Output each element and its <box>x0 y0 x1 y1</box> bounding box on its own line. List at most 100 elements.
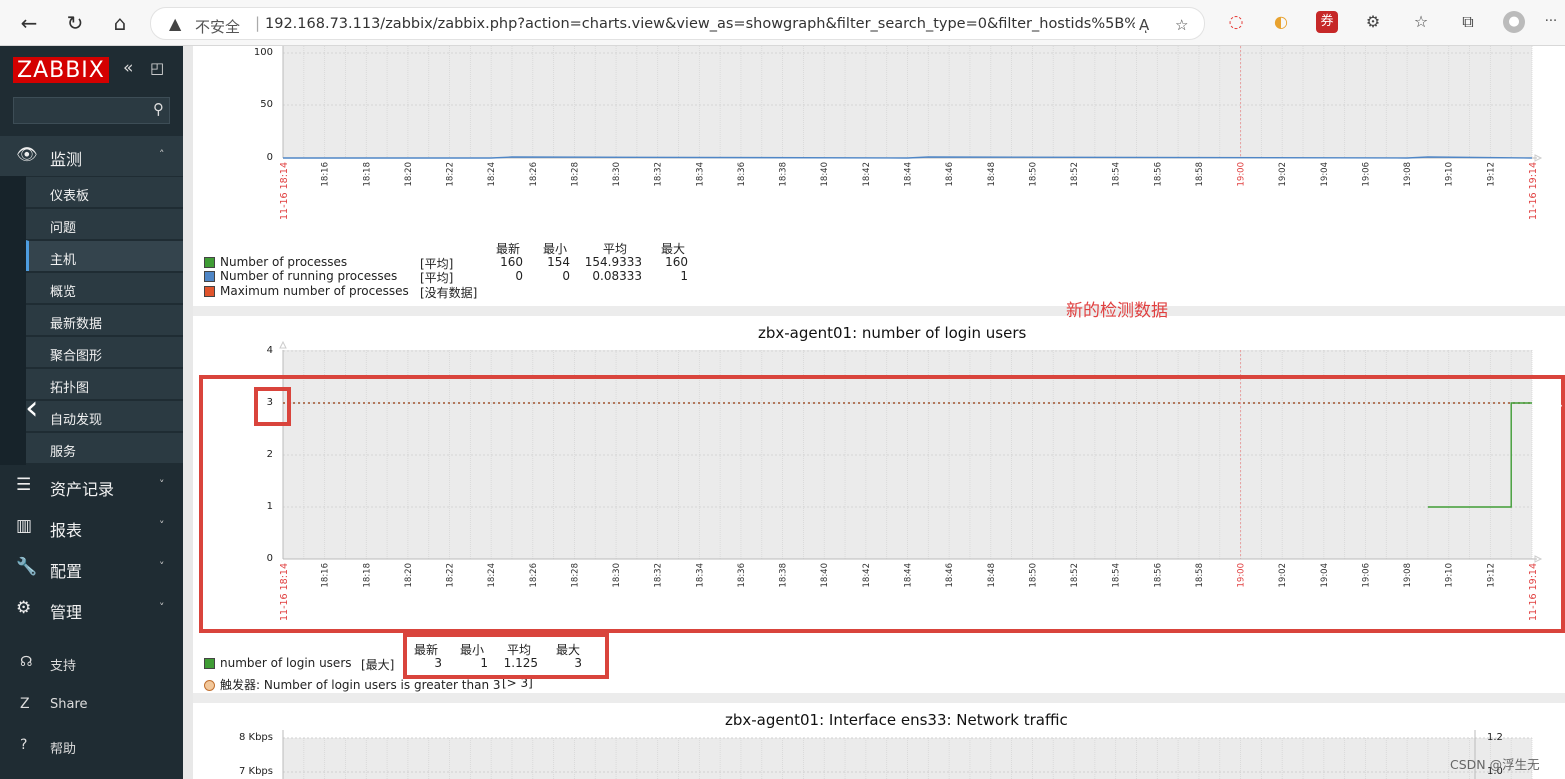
legend-swatch <box>204 286 215 297</box>
sidebar-item-screens[interactable]: 聚合图形 <box>26 336 183 367</box>
wrench-icon: 🔧 <box>16 557 38 577</box>
menu-share[interactable]: Z Share <box>0 685 183 725</box>
y-tick-label: 50 <box>260 99 273 110</box>
home-icon[interactable]: ⌂ <box>105 8 135 38</box>
help-icon: ? <box>20 737 28 753</box>
back-icon[interactable]: ← <box>14 8 44 38</box>
x-tick-label: 18:44 <box>904 162 914 187</box>
axis-arrow <box>279 340 287 349</box>
gear-icon: ⚙ <box>16 598 32 618</box>
divider: | <box>255 14 261 32</box>
y-tick-label: 0 <box>266 152 273 163</box>
zabbix-logo[interactable]: ZABBIX <box>13 57 109 83</box>
menu-label: 报表 <box>50 521 83 540</box>
sidebar-item-hosts[interactable]: 主机 <box>26 240 183 271</box>
chevron-down-icon: ˅ <box>159 478 165 491</box>
panel-divider <box>193 693 1565 703</box>
security-label: 不安全 <box>195 18 241 36</box>
legend-last: 160 <box>500 255 523 269</box>
chevron-up-icon: ˄ <box>159 148 165 161</box>
extension-icon[interactable]: 券 <box>1316 11 1338 33</box>
menu-label: 管理 <box>50 603 83 622</box>
legend-min: 0 <box>562 269 570 283</box>
sidebar-item-overview[interactable]: 概览 <box>26 272 183 303</box>
legend-row: Maximum number of processes <box>204 284 409 298</box>
y-tick-label: 8 Kbps <box>238 732 273 743</box>
menu-label: 资产记录 <box>50 480 115 499</box>
menu-label: 监测 <box>50 150 83 169</box>
trigger-icon <box>204 680 215 691</box>
sidebar-item-latest-data[interactable]: 最新数据 <box>26 304 183 335</box>
sidebar-item-services[interactable]: 服务 <box>26 432 183 463</box>
x-tick-label: 19:04 <box>1320 162 1330 187</box>
menu-configuration[interactable]: 🔧 配置 ˅ <box>0 548 183 588</box>
url-text[interactable]: 192.168.73.113/zabbix/zabbix.php?action=… <box>265 16 1135 32</box>
y-tick-label: 4 <box>266 345 273 356</box>
headset-icon: ☊ <box>20 654 33 670</box>
x-tick-label: 18:26 <box>529 162 539 187</box>
favorites-icon[interactable]: ☆ <box>1410 11 1432 33</box>
menu-inventory[interactable]: ☰ 资产记录 ˅ <box>0 466 183 506</box>
x-tick-label: 18:36 <box>737 162 747 187</box>
menu-administration[interactable]: ⚙ 管理 ˅ <box>0 589 183 629</box>
legend-swatch <box>204 658 215 669</box>
legend-func: [没有数据] <box>420 286 478 300</box>
x-tick-label: 18:40 <box>820 162 830 187</box>
collections-icon[interactable]: ⧉ <box>1457 11 1479 33</box>
highlight-box <box>254 387 291 426</box>
menu-support[interactable]: ☊ 支持 <box>0 643 183 683</box>
legend-max: 1 <box>680 269 688 283</box>
extension-icon[interactable]: ◌ <box>1225 11 1247 33</box>
sidebar-item-maps[interactable]: 拓扑图 <box>26 368 183 399</box>
legend-min: 154 <box>547 255 570 269</box>
search-icon: ⚲ <box>153 100 164 118</box>
watermark: CSDN @浮生无 <box>1450 757 1540 772</box>
processes-graph: 18:16 18:18 18:20 18:22 18:24 18:26 18:28 18:30… <box>279 46 1543 220</box>
extension-icon[interactable]: ◐ <box>1270 11 1292 33</box>
legend-max: 160 <box>665 255 688 269</box>
x-tick-label: 18:50 <box>1028 162 1038 187</box>
next-arrow-icon[interactable]: › <box>1556 395 1563 416</box>
x-end-label: 11-16 19:14 <box>1528 162 1539 220</box>
x-tick-label: 18:24 <box>487 162 497 187</box>
x-tick-label: 18:46 <box>945 162 955 187</box>
sidebar-item-problems[interactable]: 问题 <box>26 208 183 239</box>
x-tick-label: 18:30 <box>612 162 622 187</box>
profile-avatar[interactable]: ● <box>1503 11 1525 33</box>
legend-func: [最大] <box>361 658 395 672</box>
x-tick-label: 19:12 <box>1486 162 1496 187</box>
menu-help[interactable]: ? 帮助 <box>0 726 183 766</box>
x-tick-label: 18:42 <box>862 162 872 187</box>
sidebar-item-dashboard[interactable]: 仪表板 <box>26 176 183 207</box>
legend-row: Number of running processes <box>204 269 397 283</box>
address-bar[interactable]: ▲ 不安全 | 192.168.73.113/zabbix/zabbix.php… <box>150 7 1205 40</box>
x-tick-label: 19:02 <box>1278 162 1288 187</box>
sidebar-item-discovery[interactable]: 自动发现 <box>26 400 183 431</box>
sidebar-search-input[interactable]: ⚲ <box>13 97 170 124</box>
menu-label: 配置 <box>50 562 83 581</box>
favorite-add-icon[interactable]: ☆ <box>1175 16 1188 34</box>
legend-avg: 0.08333 <box>592 269 642 283</box>
previous-arrow-icon[interactable]: ‹ <box>25 388 39 428</box>
share-icon: Z <box>20 696 30 712</box>
x-tick-label: 19:08 <box>1403 162 1413 187</box>
legend-swatch <box>204 257 215 268</box>
highlight-box <box>199 375 1565 633</box>
menu-monitoring[interactable]: 👁 监测 ˄ <box>0 136 183 176</box>
menu-reports[interactable]: ▥ 报表 ˅ <box>0 507 183 547</box>
read-aloud-icon[interactable]: Aͅ <box>1139 16 1149 34</box>
list-icon: ☰ <box>16 475 32 495</box>
more-menu-icon[interactable]: ··· <box>1540 11 1562 33</box>
chevron-down-icon: ˅ <box>159 519 165 532</box>
y-tick-label: 1.2 <box>1487 732 1503 743</box>
x-tick-label: 18:38 <box>779 162 789 187</box>
kiosk-mode-icon[interactable]: ◰ <box>150 59 164 77</box>
legend-swatch <box>204 271 215 282</box>
collapse-sidebar-icon[interactable]: « <box>123 58 133 78</box>
x-tick-label: 18:34 <box>695 162 705 187</box>
extensions-puzzle-icon[interactable]: ⚙ <box>1362 11 1384 33</box>
refresh-icon[interactable]: ↻ <box>60 8 90 38</box>
x-tick-label: 18:16 <box>321 162 331 187</box>
eye-icon: 👁 <box>16 145 38 165</box>
y-tick-label: 100 <box>253 47 273 58</box>
